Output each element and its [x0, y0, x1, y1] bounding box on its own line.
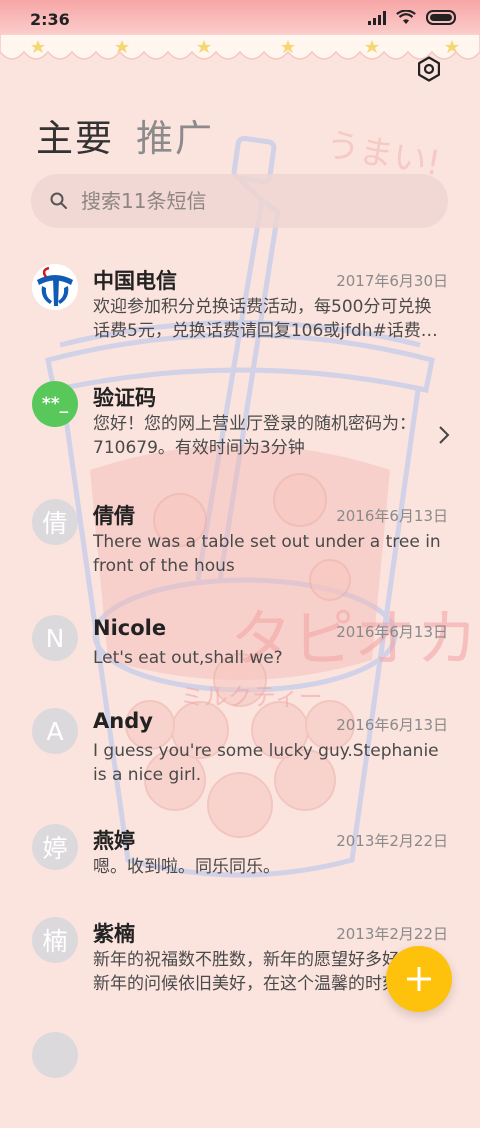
scallop-border: [0, 34, 480, 60]
message-date: 2016年6月13日: [336, 716, 448, 734]
avatar: [32, 264, 78, 310]
message-preview: 欢迎参加积分兑换话费活动，每500分可兑换话费5元，兑换话费请回复106或jfd…: [93, 297, 438, 341]
sender-name: 中国电信: [93, 269, 177, 293]
battery-icon: [426, 10, 456, 25]
avatar: 楠: [32, 917, 78, 963]
tab-bar: 主要 推广: [36, 108, 214, 162]
message-preview: I guess you're some lucky guy.Stephanie …: [93, 741, 439, 785]
search-icon: [50, 192, 67, 209]
signal-icon: [368, 10, 386, 25]
sender-name: 倩倩: [93, 504, 135, 528]
china-telecom-logo-icon: [32, 264, 78, 310]
sender-name: Nicole: [93, 616, 167, 640]
message-date: 2016年6月13日: [336, 623, 448, 641]
message-preview: 嗯。收到啦。同乐同乐。: [93, 857, 280, 877]
plus-icon: [407, 967, 431, 991]
avatar: [32, 1032, 78, 1078]
message-date: 2013年2月22日: [336, 832, 448, 850]
search-bar[interactable]: [31, 174, 448, 228]
message-preview: Let's eat out,shall we?: [93, 648, 283, 668]
sender-name: 燕婷: [93, 829, 135, 853]
avatar: 倩: [32, 499, 78, 545]
message-date: 2013年2月22日: [336, 925, 448, 943]
avatar: N: [32, 615, 78, 661]
message-date: 2016年6月13日: [336, 507, 448, 525]
wifi-icon: [396, 10, 416, 24]
tab-promotions[interactable]: 推广: [136, 108, 214, 162]
avatar: 婷: [32, 824, 78, 870]
sender-name: Andy: [93, 709, 153, 733]
status-icons: [368, 10, 458, 25]
message-item[interactable]: [0, 1018, 480, 1128]
new-message-button[interactable]: [386, 946, 452, 1012]
message-date: 2017年6月30日: [336, 272, 448, 290]
avatar: **_: [32, 381, 78, 427]
settings-gear-icon[interactable]: [416, 56, 442, 82]
message-item[interactable]: 中国电信 2017年6月30日 欢迎参加积分兑换话费活动，每500分可兑换话费5…: [0, 250, 480, 360]
message-item[interactable]: 倩 倩倩 2016年6月13日 There was a table set ou…: [0, 485, 480, 595]
sender-name: 紫楠: [93, 922, 135, 946]
message-item[interactable]: **_ 验证码 您好！您的网上营业厅登录的随机密码为：710679。有效时间为3…: [0, 367, 480, 477]
avatar: A: [32, 708, 78, 754]
sender-name: 验证码: [93, 386, 156, 410]
status-time: 2:36: [30, 10, 70, 29]
tab-primary[interactable]: 主要: [36, 108, 114, 162]
message-preview: 您好！您的网上营业厅登录的随机密码为：710679。有效时间为3分钟: [93, 414, 416, 458]
message-item[interactable]: A Andy 2016年6月13日 I guess you're some lu…: [0, 694, 480, 804]
search-input[interactable]: [79, 188, 413, 214]
message-preview: There was a table set out under a tree i…: [93, 532, 441, 576]
chevron-right-icon[interactable]: [438, 425, 450, 445]
